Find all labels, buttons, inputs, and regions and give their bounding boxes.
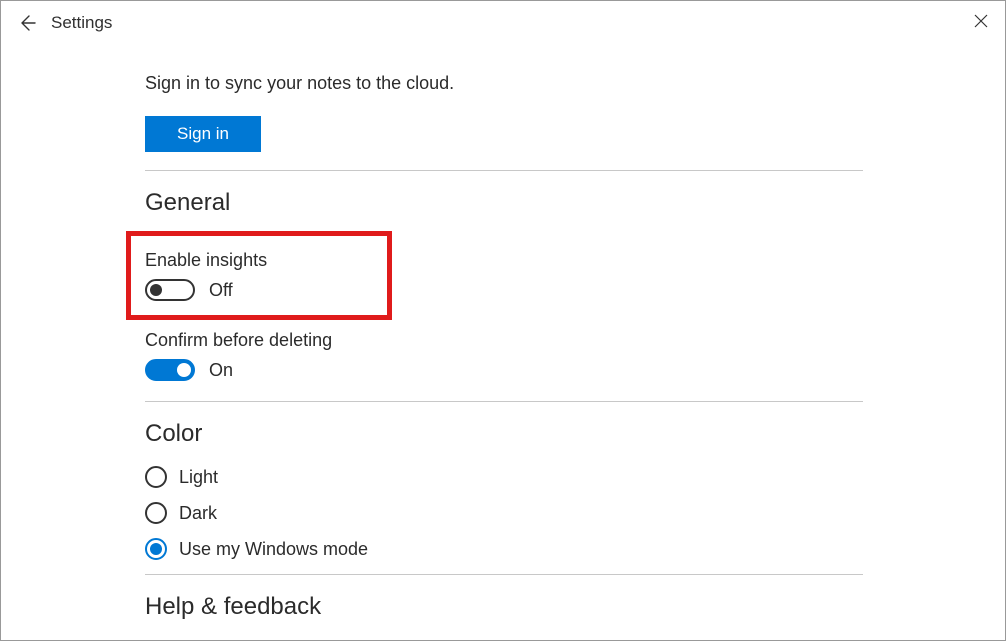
close-button[interactable] <box>967 7 995 35</box>
toggle-knob-icon <box>150 284 162 296</box>
enable-insights-state: Off <box>209 280 233 301</box>
signin-button[interactable]: Sign in <box>145 116 261 152</box>
color-option-light-label: Light <box>179 467 218 488</box>
confirm-delete-toggle[interactable] <box>145 359 195 381</box>
radio-icon <box>145 538 167 560</box>
page-title: Settings <box>51 13 112 33</box>
color-option-windows[interactable]: Use my Windows mode <box>145 538 871 560</box>
divider <box>145 401 863 402</box>
color-option-light[interactable]: Light <box>145 466 871 488</box>
confirm-delete-state: On <box>209 360 233 381</box>
signin-message: Sign in to sync your notes to the cloud. <box>145 73 871 94</box>
enable-insights-toggle[interactable] <box>145 279 195 301</box>
radio-icon <box>145 502 167 524</box>
toggle-knob-icon <box>177 363 191 377</box>
section-heading-color: Color <box>145 420 871 448</box>
enable-insights-label: Enable insights <box>145 250 267 271</box>
color-option-dark-label: Dark <box>179 503 217 524</box>
radio-icon <box>145 466 167 488</box>
section-heading-general: General <box>145 189 871 217</box>
divider <box>145 170 863 171</box>
highlight-annotation: Enable insights Off <box>126 231 392 320</box>
close-icon <box>974 14 988 28</box>
confirm-delete-label: Confirm before deleting <box>145 330 871 351</box>
back-button[interactable] <box>13 9 41 37</box>
color-option-windows-label: Use my Windows mode <box>179 539 368 560</box>
section-heading-help: Help & feedback <box>145 593 871 621</box>
back-arrow-icon <box>17 13 37 33</box>
divider <box>145 574 863 575</box>
color-option-dark[interactable]: Dark <box>145 502 871 524</box>
